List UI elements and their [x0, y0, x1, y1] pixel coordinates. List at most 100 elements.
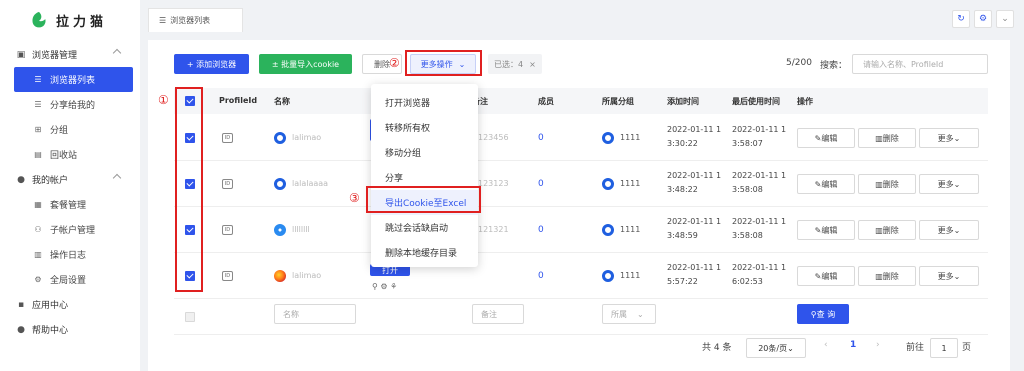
delete-row-button[interactable]: ▥ 删除	[858, 220, 916, 240]
edit-label: 编辑	[821, 271, 838, 281]
row-member[interactable]: 0	[538, 133, 544, 143]
expand-button[interactable]: ⌄	[996, 10, 1014, 28]
row-group: 1111	[620, 225, 641, 234]
profile-id-icon[interactable]: ID	[222, 225, 233, 235]
page-size-select[interactable]: 20条/页 ⌄	[746, 338, 806, 358]
firefox-icon	[274, 270, 286, 282]
profile-id-icon[interactable]: ID	[222, 271, 233, 281]
more-row-button[interactable]: 更多 ⌄	[919, 128, 979, 148]
current-page[interactable]: 1	[850, 340, 856, 350]
menu-group-browser[interactable]: ▣ 浏览器管理	[0, 42, 140, 67]
menu-item-move-group[interactable]: 移动分组	[371, 140, 478, 165]
profile-id-icon[interactable]: ID	[222, 179, 233, 189]
edit-button[interactable]: ✎ 编辑	[797, 266, 855, 286]
group-logo-icon	[602, 224, 614, 236]
time-line: 3:30:22	[667, 139, 698, 148]
row-note: 123123	[478, 179, 509, 188]
row-added-time: 2022-01-11 1 3:48:59	[667, 215, 721, 243]
next-page-icon[interactable]: ›	[876, 340, 880, 350]
menu-group-apps[interactable]: ▪ 应用中心	[0, 292, 140, 317]
more-row-button[interactable]: 更多 ⌄	[919, 220, 979, 240]
chevron-down-icon: ⌄	[637, 309, 644, 319]
sidebar-item-settings[interactable]: ⚙ 全局设置	[14, 267, 133, 292]
annotation-label-2: ②	[389, 56, 400, 70]
filter-checkbox	[185, 312, 195, 322]
sidebar-item-package[interactable]: ▦ 套餐管理	[14, 192, 133, 217]
delete-row-button[interactable]: ▥ 删除	[858, 266, 916, 286]
row-last-used: 2022-01-11 1 6:02:53	[732, 261, 786, 289]
row-name: llllllll	[292, 225, 310, 234]
prev-page-icon[interactable]: ‹	[824, 340, 828, 350]
menu-item-transfer-ownership[interactable]: 转移所有权	[371, 115, 478, 140]
sidebar-item-shared[interactable]: ☰ 分享给我的	[14, 92, 133, 117]
add-browser-button[interactable]: + 添加浏览器	[174, 54, 249, 74]
query-label: 查 询	[816, 309, 836, 319]
time-line: 2022-01-11 1	[732, 171, 787, 180]
settings-button[interactable]: ⚙	[974, 10, 992, 28]
sidebar-item-recycle[interactable]: ▤ 回收站	[14, 142, 133, 167]
group-logo-icon	[602, 178, 614, 190]
pencil-icon: ✎	[814, 271, 822, 281]
menu-item-skip-session[interactable]: 跳过会话缺启动	[371, 215, 478, 240]
delete-row-button[interactable]: ▥ 删除	[858, 128, 916, 148]
menu-group-account[interactable]: ● 我的帐户	[0, 167, 140, 192]
edit-button[interactable]: ✎ 编辑	[797, 128, 855, 148]
sidebar-item-label: 套餐管理	[50, 201, 87, 211]
edit-button[interactable]: ✎ 编辑	[797, 174, 855, 194]
delete-label: 删除	[882, 133, 899, 143]
time-line: 3:48:22	[667, 185, 698, 194]
more-label: 更多	[937, 225, 954, 235]
app-name: 拉力猫	[56, 14, 108, 30]
edit-button[interactable]: ✎ 编辑	[797, 220, 855, 240]
sidebar-item-group[interactable]: ⊞ 分组	[14, 117, 133, 142]
package-icon: ▦	[34, 200, 42, 209]
more-row-button[interactable]: 更多 ⌄	[919, 174, 979, 194]
search-input[interactable]: 请输入名称、ProfileId	[852, 54, 988, 74]
name-filter-input[interactable]: 名称	[274, 304, 356, 324]
close-icon[interactable]: ×	[529, 60, 536, 69]
menu-item-delete-cache[interactable]: 删除本地缓存目录	[371, 240, 478, 265]
sidebar-item-browser-list[interactable]: ☰ 浏览器列表	[14, 67, 133, 92]
share-list-icon: ☰	[34, 100, 42, 109]
query-button[interactable]: ⚲ 查 询	[797, 304, 849, 324]
note-filter-input[interactable]: 备注	[472, 304, 524, 324]
sidebar-item-label: 分组	[50, 126, 69, 136]
pagination-total: 共 4 条	[702, 343, 732, 353]
more-row-button[interactable]: 更多 ⌄	[919, 266, 979, 286]
row-member[interactable]: 0	[538, 179, 544, 189]
logo[interactable]: 拉力猫	[0, 0, 140, 40]
page-size-label: 20条/页	[758, 343, 788, 353]
app-grid-icon: ▪	[17, 299, 25, 310]
table-row: ID lalimao 打开 ⚲ ⚙ ⚘ 0 1111 2022-01-11 15…	[174, 253, 988, 299]
toolbar: + 添加浏览器 ± 批量导入cookie 删除 更多操作 ⌄ 已选：4 × 5/…	[174, 54, 988, 74]
goto-page-input[interactable]: 1	[930, 338, 958, 358]
import-cookie-button[interactable]: ± 批量导入cookie	[259, 54, 352, 74]
chevron-down-icon: ⌄	[953, 271, 961, 281]
group-logo-icon	[602, 132, 614, 144]
header-name: 名称	[274, 97, 290, 106]
menu-group-help[interactable]: ● 帮助中心	[0, 317, 140, 342]
row-group: 1111	[620, 133, 641, 142]
sidebar-item-log[interactable]: ▥ 操作日志	[14, 242, 133, 267]
row-member[interactable]: 0	[538, 225, 544, 235]
time-line: 3:58:08	[732, 185, 763, 194]
menu-item-open-browser[interactable]: 打开浏览器	[371, 90, 478, 115]
edit-label: 编辑	[821, 133, 838, 143]
row-group: 1111	[620, 271, 641, 280]
header-profileid: ProfileId	[219, 96, 258, 105]
sidebar-item-label: 操作日志	[50, 251, 87, 261]
cat-logo-icon	[32, 11, 46, 28]
refresh-button[interactable]: ↻	[952, 10, 970, 28]
tab-browser-list[interactable]: ☰ 浏览器列表	[148, 8, 243, 32]
row-added-time: 2022-01-11 1 5:57:22	[667, 261, 721, 289]
row-member[interactable]: 0	[538, 271, 544, 281]
trash-icon: ▥	[875, 271, 883, 281]
profile-id-icon[interactable]: ID	[222, 133, 233, 143]
row-note: 123456	[478, 133, 509, 142]
sidebar-item-sub-account[interactable]: ⚇ 子帐户管理	[14, 217, 133, 242]
time-line: 2022-01-11 1	[667, 171, 722, 180]
group-filter-select[interactable]: 所属 ⌄	[602, 304, 656, 324]
chevron-down-icon: ⌄	[953, 133, 961, 143]
delete-row-button[interactable]: ▥ 删除	[858, 174, 916, 194]
chevron-down-icon: ⌄	[953, 179, 961, 189]
